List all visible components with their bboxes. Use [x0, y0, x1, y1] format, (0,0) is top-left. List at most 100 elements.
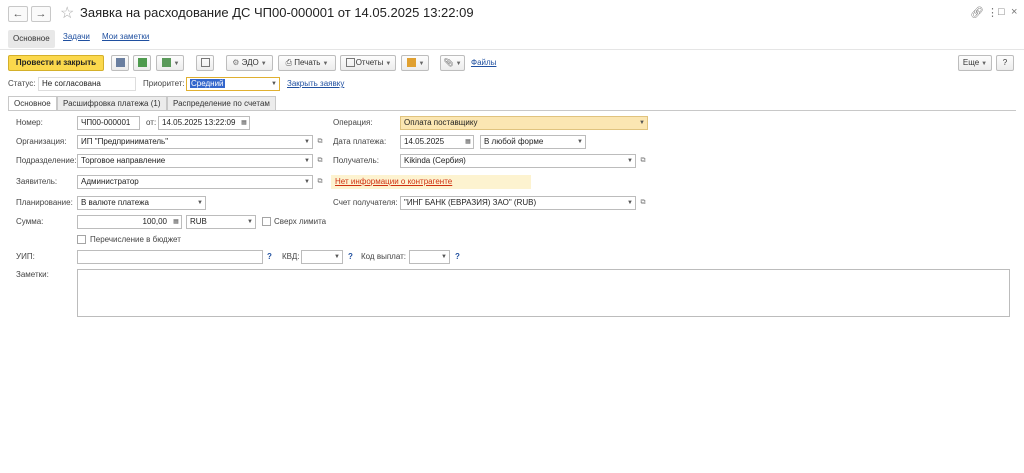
- planning-label: Планирование:: [16, 198, 73, 207]
- organization-label: Организация:: [16, 137, 67, 146]
- recipient-label: Получатель:: [333, 156, 379, 165]
- more-vertical-icon[interactable]: ⋮: [987, 6, 998, 19]
- post-and-close-button[interactable]: Провести и закрыть: [8, 55, 104, 71]
- more-button[interactable]: Еще ▼: [958, 55, 992, 71]
- priority-label: Приоритет:: [143, 79, 185, 88]
- no-counterparty-info-warning[interactable]: Нет информации о контрагенте: [331, 175, 531, 189]
- chevron-down-icon[interactable]: ▼: [625, 197, 635, 209]
- open-icon[interactable]: ⧉: [315, 136, 325, 148]
- open-icon[interactable]: ⧉: [315, 176, 325, 188]
- reports-icon: [345, 58, 355, 68]
- budget-transfer-checkbox[interactable]: [77, 235, 86, 244]
- more-label: Еще: [962, 58, 980, 67]
- date-field[interactable]: 14.05.2025 13:22:09 ▦: [158, 116, 250, 130]
- open-icon[interactable]: ⧉: [315, 155, 325, 167]
- edo-icon: ⚙: [232, 58, 240, 67]
- chevron-down-icon[interactable]: ▼: [245, 216, 255, 228]
- department-field[interactable]: Торговое направление ▼: [77, 154, 313, 168]
- budget-transfer-label: Перечисление в бюджет: [90, 235, 181, 244]
- recipient-account-field[interactable]: "ИНГ БАНК (ЕВРАЗИЯ) ЗАО" (RUB) ▼: [400, 196, 636, 210]
- chevron-down-icon[interactable]: ▼: [637, 117, 647, 129]
- calendar-icon[interactable]: ▦: [239, 117, 249, 129]
- uip-label: УИП:: [16, 252, 35, 261]
- close-icon[interactable]: ×: [1011, 6, 1017, 18]
- chevron-down-icon[interactable]: ▼: [302, 136, 312, 148]
- sum-value: 100,00: [142, 217, 167, 226]
- chevron-down-icon[interactable]: ▼: [195, 197, 205, 209]
- payment-date-label: Дата платежа:: [333, 137, 387, 146]
- close-request-link[interactable]: Закрыть заявку: [287, 77, 344, 91]
- tab-payment-details[interactable]: Расшифровка платежа (1): [57, 96, 167, 111]
- notes-textarea[interactable]: [77, 269, 1010, 317]
- link-icon[interactable]: 🔗︎: [970, 6, 984, 19]
- payout-code-help-icon[interactable]: ?: [455, 250, 460, 264]
- planning-value: В валюте платежа: [81, 198, 149, 207]
- kvd-help-icon[interactable]: ?: [348, 250, 353, 264]
- create-based-on-button[interactable]: ▼: [156, 55, 184, 71]
- payout-code-select[interactable]: ▼: [409, 250, 450, 264]
- chevron-down-icon[interactable]: ▼: [439, 251, 449, 263]
- files-link[interactable]: Файлы: [471, 56, 496, 70]
- chevron-down-icon[interactable]: ▼: [625, 155, 635, 167]
- sum-field[interactable]: 100,00 ▦: [77, 215, 182, 229]
- open-icon[interactable]: ⧉: [638, 197, 648, 209]
- print-button[interactable]: ⎙ Печать ▼: [278, 55, 336, 71]
- recipient-field[interactable]: Kikinda (Сербия) ▼: [400, 154, 636, 168]
- save-button[interactable]: [111, 55, 129, 71]
- kvd-select[interactable]: ▼: [301, 250, 343, 264]
- status-label: Статус:: [8, 79, 36, 88]
- back-button[interactable]: ←: [8, 6, 28, 22]
- star-icon[interactable]: ☆: [60, 3, 74, 23]
- nav-tab-notes[interactable]: Мои заметки: [97, 30, 154, 48]
- operation-value: Оплата поставщику: [404, 118, 478, 127]
- journal-icon: [200, 58, 210, 68]
- nav-tab-main[interactable]: Основное: [8, 30, 55, 48]
- planning-select[interactable]: В валюте платежа ▼: [77, 196, 206, 210]
- priority-select[interactable]: Средний ▼: [186, 77, 280, 91]
- attachments-button[interactable]: ▼: [401, 55, 429, 71]
- department-label: Подразделение:: [16, 156, 77, 165]
- post-icon: [137, 58, 147, 68]
- journal-button[interactable]: [196, 55, 214, 71]
- tab-main[interactable]: Основное: [8, 96, 57, 111]
- status-field: Не согласована: [38, 77, 136, 91]
- files-clip-button[interactable]: 📎︎ ▼: [440, 55, 465, 71]
- chevron-down-icon[interactable]: ▼: [302, 155, 312, 167]
- calculator-icon[interactable]: ▦: [171, 216, 181, 228]
- maximize-icon[interactable]: □: [998, 6, 1005, 18]
- uip-field[interactable]: [77, 250, 263, 264]
- chevron-down-icon[interactable]: ▼: [332, 251, 342, 263]
- department-value: Торговое направление: [81, 156, 166, 165]
- calendar-icon[interactable]: ▦: [463, 136, 473, 148]
- forward-button[interactable]: →: [31, 6, 51, 22]
- currency-select[interactable]: RUB ▼: [186, 215, 256, 229]
- chevron-down-icon[interactable]: ▼: [302, 176, 312, 188]
- paperclip-icon: 📎︎: [443, 58, 454, 67]
- payout-code-label: Код выплат:: [361, 252, 406, 261]
- number-field[interactable]: ЧП00-000001: [77, 116, 140, 130]
- payment-form-select[interactable]: В любой форме ▼: [480, 135, 586, 149]
- operation-select[interactable]: Оплата поставщику ▼: [400, 116, 648, 130]
- over-limit-checkbox[interactable]: [262, 217, 271, 226]
- header-divider: [0, 49, 1024, 50]
- reports-button[interactable]: Отчеты ▼: [340, 55, 396, 71]
- recipient-account-label: Счет получателя:: [333, 198, 398, 207]
- applicant-label: Заявитель:: [16, 177, 58, 186]
- tab-distribution[interactable]: Распределение по счетам: [167, 96, 276, 111]
- organization-field[interactable]: ИП "Предприниматель" ▼: [77, 135, 313, 149]
- payment-date-value: 14.05.2025: [404, 137, 445, 146]
- uip-help-icon[interactable]: ?: [267, 250, 272, 264]
- chevron-down-icon[interactable]: ▼: [269, 78, 279, 90]
- applicant-field[interactable]: Администратор ▼: [77, 175, 313, 189]
- edo-button[interactable]: ⚙ ЭДО ▼: [226, 55, 273, 71]
- help-button[interactable]: ?: [996, 55, 1014, 71]
- tabs-divider: [8, 110, 1016, 111]
- arrow-right-icon: →: [35, 8, 47, 20]
- post-button[interactable]: [133, 55, 151, 71]
- open-icon[interactable]: ⧉: [638, 155, 648, 167]
- payment-date-field[interactable]: 14.05.2025 ▦: [400, 135, 474, 149]
- chevron-down-icon[interactable]: ▼: [575, 136, 585, 148]
- create-based-icon: [161, 58, 171, 68]
- nav-tab-tasks[interactable]: Задачи: [58, 30, 95, 48]
- print-label: Печать: [294, 58, 321, 67]
